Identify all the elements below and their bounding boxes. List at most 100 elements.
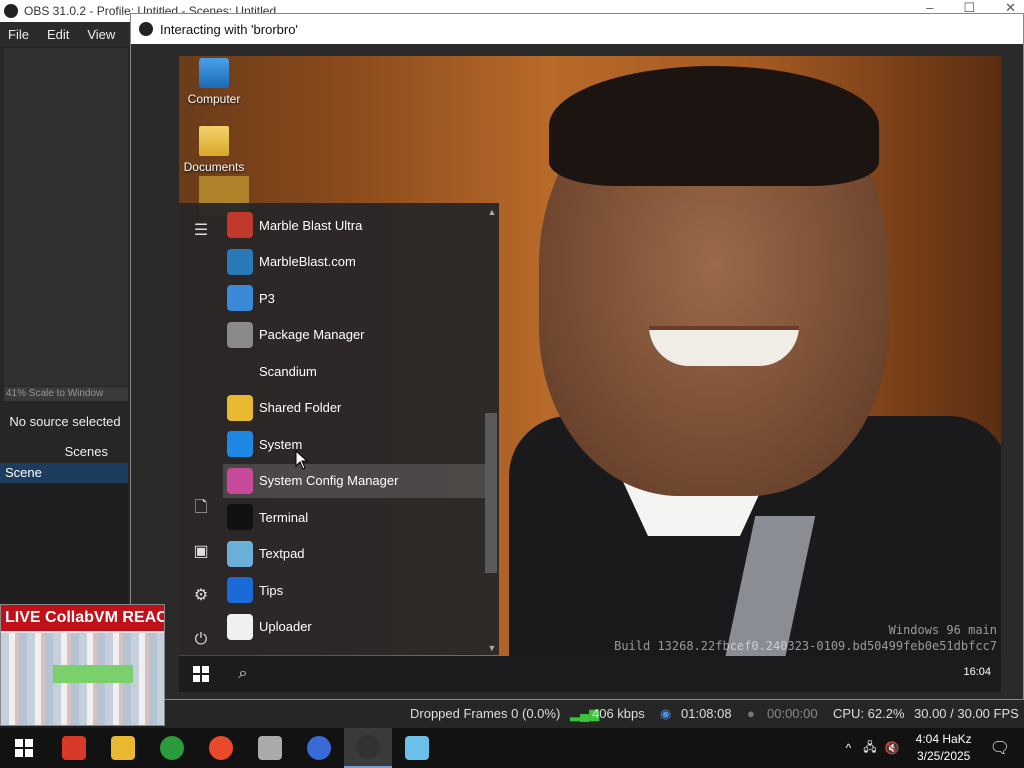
marble-blast-icon xyxy=(227,212,253,238)
start-menu-item[interactable]: P3 xyxy=(223,281,485,315)
start-menu: ☰ 🗋 ▣ ⚙ ⏻ Marble Blast Ultra MarbleBlast.… xyxy=(179,203,499,655)
record-time: 00:00:00 xyxy=(767,706,818,721)
settings-gear-icon[interactable]: ⚙ xyxy=(192,587,210,605)
network-icon[interactable]: 🖧 xyxy=(863,738,876,759)
document-icon[interactable]: 🗋 xyxy=(192,499,210,517)
start-menu-item-label: Textpad xyxy=(259,546,305,561)
folder-icon xyxy=(227,394,253,421)
desktop-icon-computer[interactable]: Computer xyxy=(179,58,249,106)
record-status-icon: ● xyxy=(747,706,755,721)
clock-date: 3/25/2025 xyxy=(916,749,971,763)
stream-thumbnail: LIVE CollabVM REACTION xyxy=(0,604,165,726)
taskbar-app-button[interactable] xyxy=(99,728,147,768)
power-icon[interactable]: ⏻ xyxy=(192,631,210,649)
zoom-scale-label[interactable]: 41% Scale to Window xyxy=(4,387,128,401)
taskbar-app-button[interactable] xyxy=(295,728,343,768)
windows-taskbar: ^ 🖧 🔇 4:04 HaKz 3/25/2025 🗨 xyxy=(0,728,1024,768)
windows-start-button[interactable] xyxy=(0,728,48,768)
wallpaper-photo-hair xyxy=(549,66,879,186)
blank-icon xyxy=(227,358,253,384)
start-menu-item[interactable]: System xyxy=(223,427,485,461)
mouse-cursor-icon xyxy=(295,450,309,470)
bitrate: 406 kbps xyxy=(592,706,645,721)
taskbar-app-button[interactable] xyxy=(148,728,196,768)
preview-area[interactable] xyxy=(4,48,128,386)
start-menu-item[interactable]: Terminal xyxy=(223,500,485,534)
watermark-line2: Build 13268.22fbcef0.240323-0109.bd50499… xyxy=(614,639,997,653)
hamburger-menu-icon[interactable]: ☰ xyxy=(192,222,210,240)
start-menu-item[interactable]: Package Manager xyxy=(223,318,485,352)
start-menu-app-list: Marble Blast Ultra MarbleBlast.com P3 Packa… xyxy=(223,203,485,655)
start-menu-item-label: Marble Blast Ultra xyxy=(259,217,363,233)
taskbar-app-button[interactable] xyxy=(246,728,294,768)
start-menu-item[interactable]: Scandium xyxy=(223,354,485,388)
desktop-icon-label: Documents xyxy=(183,160,245,174)
cpu-usage: CPU: 62.2% xyxy=(833,706,905,721)
build-watermark: Windows 96 main Build 13268.22fbcef0.240… xyxy=(614,622,997,654)
clock-time: 4:04 HaKz xyxy=(915,732,972,746)
scroll-down-arrow-icon[interactable]: ▼ xyxy=(486,643,498,653)
windows-logo-icon xyxy=(15,739,33,757)
start-menu-item[interactable]: Uploader xyxy=(223,610,485,644)
textpad-icon xyxy=(227,540,253,567)
start-menu-item[interactable]: Textpad xyxy=(223,537,485,571)
taskbar-clock[interactable]: 4:04 HaKz 3/25/2025 xyxy=(916,731,972,765)
start-menu-item[interactable]: Shared Folder xyxy=(223,391,485,425)
no-source-label: No source selected xyxy=(9,414,121,429)
menu-edit[interactable]: Edit xyxy=(47,27,69,42)
start-menu-item-label: P3 xyxy=(259,290,275,306)
start-menu-item-label: System Config Manager xyxy=(259,473,399,488)
scroll-up-arrow-icon[interactable]: ▲ xyxy=(486,207,498,217)
documents-folder-icon xyxy=(199,126,229,156)
scenes-list[interactable] xyxy=(0,484,128,604)
interact-window: Interacting with 'brorbro' Computer Docu… xyxy=(130,13,1024,700)
chrome-icon xyxy=(160,736,184,760)
interact-titlebar: Interacting with 'brorbro' xyxy=(131,14,1023,44)
notifications-icon[interactable]: 🗨 xyxy=(990,738,1010,758)
computer-icon xyxy=(199,58,229,88)
stream-status-icon: ◉ xyxy=(660,706,672,721)
obs-logo-icon xyxy=(4,4,18,18)
obs-logo-icon xyxy=(139,22,153,36)
menu-file[interactable]: File xyxy=(8,27,29,42)
start-menu-item[interactable]: Tips xyxy=(223,573,485,607)
start-menu-item[interactable]: MarbleBlast.com xyxy=(223,245,485,279)
upload-icon xyxy=(227,613,253,640)
thumbnail-banner: LIVE CollabVM REACTION xyxy=(1,605,164,631)
taskbar-app-button[interactable] xyxy=(197,728,245,768)
dropped-frames: Dropped Frames 0 (0.0%) xyxy=(410,706,561,721)
start-menu-item[interactable]: System Config Manager xyxy=(223,463,485,498)
windows-logo-icon xyxy=(227,431,253,457)
start-menu-item-label: MarbleBlast.com xyxy=(259,254,356,269)
scenes-dock-title: Scenes xyxy=(64,444,108,459)
start-menu-item-label: Tips xyxy=(259,582,284,598)
start-menu-item-label: Scandium xyxy=(259,363,317,379)
scene-list-item[interactable]: Scene xyxy=(0,463,128,483)
terminal-icon xyxy=(227,504,253,530)
fps-readout: 30.00 / 30.00 FPS xyxy=(914,706,1019,721)
interact-body: Computer Documents ☰ 🗋 ▣ ⚙ ⏻ Marble Blas… xyxy=(131,44,1023,699)
pictures-icon[interactable]: ▣ xyxy=(192,543,210,561)
volume-muted-icon[interactable]: 🔇 xyxy=(885,741,900,755)
taskbar-app-button[interactable] xyxy=(344,728,392,768)
taskbar-app-button[interactable] xyxy=(393,728,441,768)
menu-view[interactable]: View xyxy=(87,27,115,42)
obs-status-bar: Dropped Frames 0 (0.0%) ▂▄▆ 406 kbps ◉ 0… xyxy=(165,700,1024,728)
interact-window-title: Interacting with 'brorbro' xyxy=(160,21,298,37)
config-manager-icon xyxy=(227,467,253,494)
start-menu-item-label: Shared Folder xyxy=(259,400,342,415)
start-menu-item[interactable]: Marble Blast Ultra xyxy=(223,208,485,242)
vm-screen[interactable]: Computer Documents ☰ 🗋 ▣ ⚙ ⏻ Marble Blas… xyxy=(179,56,1001,692)
scrollbar-thumb[interactable] xyxy=(485,413,497,573)
taskbar-app-button[interactable] xyxy=(50,728,98,768)
start-menu-strip: ☰ 🗋 ▣ ⚙ ⏻ xyxy=(179,203,223,655)
vm-clock: 16:04 xyxy=(963,666,991,678)
vm-taskbar: ⌕ 16:04 xyxy=(179,656,1001,692)
system-tray: ^ 🖧 🔇 4:04 HaKz 3/25/2025 🗨 xyxy=(846,728,1024,768)
desktop-icon-documents[interactable]: Documents xyxy=(179,126,249,174)
vm-start-button[interactable] xyxy=(179,656,223,692)
wallpaper-photo-smile xyxy=(649,326,799,366)
tray-overflow-chevron-icon[interactable]: ^ xyxy=(846,741,852,755)
vm-search-icon[interactable]: ⌕ xyxy=(223,656,263,692)
watermark-line1: Windows 96 main xyxy=(888,623,997,637)
